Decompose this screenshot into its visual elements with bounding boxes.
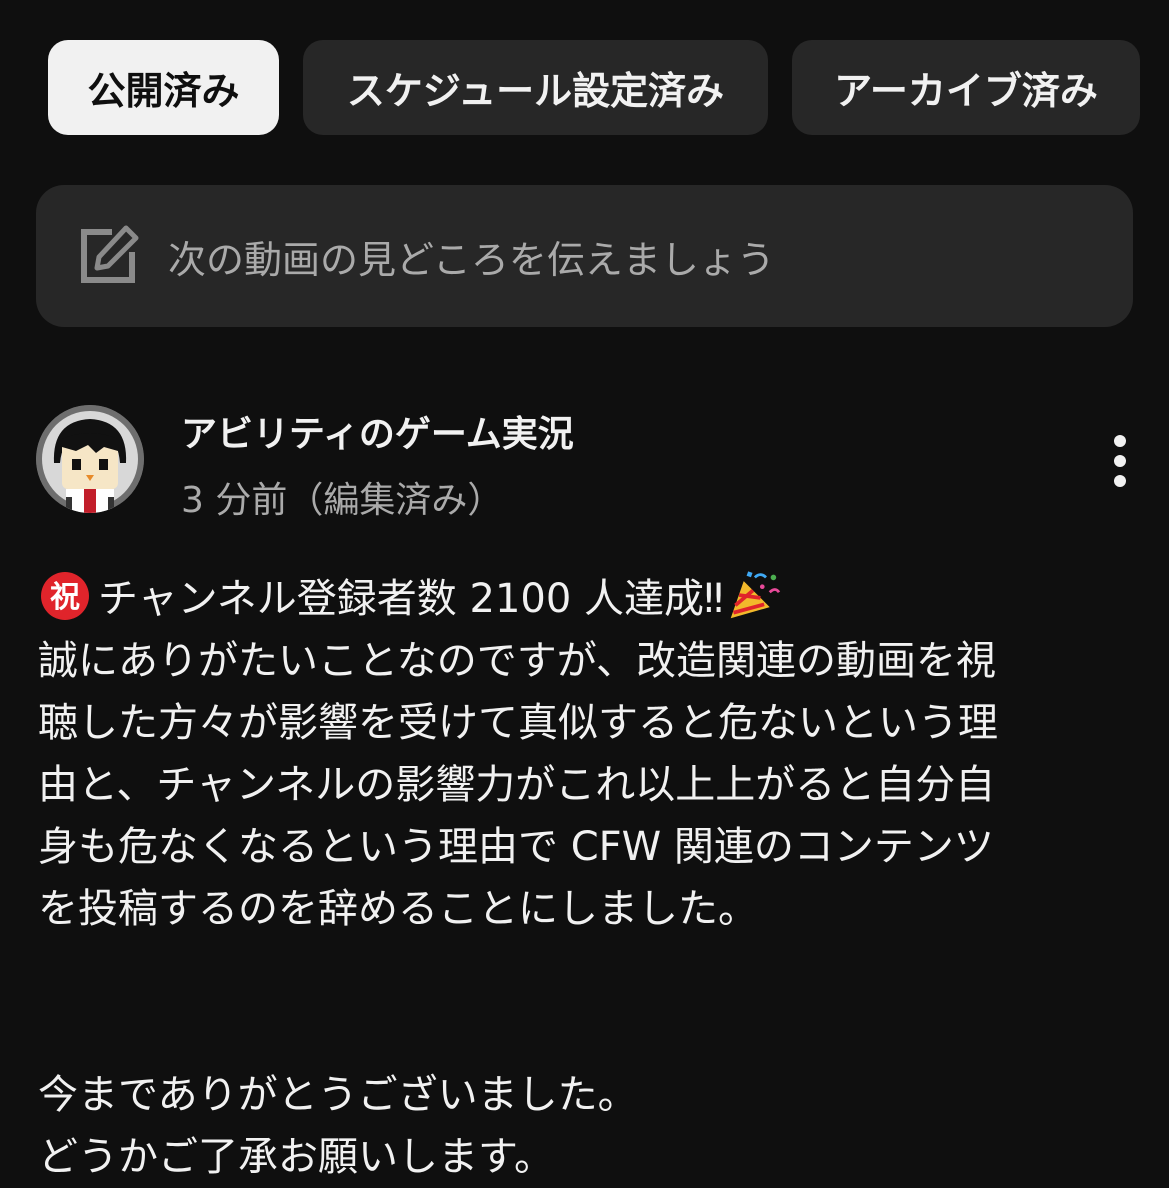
post-headline: 祝 チャンネル登録者数 2100 人達成‼ [38,568,1138,630]
party-popper-icon [731,571,781,619]
create-post-input[interactable]: 次の動画の見どころを伝えましょう [36,185,1133,327]
closing-line-2: どうかご了承お願いします。 [38,1134,554,1180]
create-post-placeholder: 次の動画の見どころを伝えましょう [168,237,775,282]
avatar-image [36,405,144,513]
body-line-3: 由と、チャンネルの影響力がこれ以上上がると自分自 [38,762,996,808]
tab-published[interactable]: 公開済み [48,40,279,135]
more-options-icon[interactable] [1105,433,1135,489]
badge-char: 祝 [50,580,80,615]
post-text: 祝 チャンネル登録者数 2100 人達成‼ 誠にありがたいことなのですが、改造関… [38,568,1138,1188]
closing-line-1: 今までありがとうございました。 [38,1072,638,1118]
body-line-2: 聴した方々が影響を受けて真似すると危ないという理 [38,700,998,746]
tab-archived[interactable]: アーカイブ済み [792,40,1140,135]
headline-text: チャンネル登録者数 2100 人達成 [98,576,705,622]
post-header: アビリティのゲーム実況 3 分前（編集済み） [36,405,1135,521]
congratulations-badge-icon: 祝 [41,572,89,620]
tab-scheduled[interactable]: スケジュール設定済み [303,40,768,135]
headline-exclamation: ‼ [704,576,724,622]
channel-name[interactable]: アビリティのゲーム実況 [181,405,574,457]
body-line-4: 身も危なくなるという理由で CFW 関連のコンテンツ [38,824,994,870]
post-filter-tabs: 公開済み スケジュール設定済み アーカイブ済み [48,40,1140,135]
avatar[interactable] [36,405,144,513]
post-timestamp: 3 分前（編集済み） [181,480,504,521]
body-line-1: 誠にありがたいことなのですが、改造関連の動画を視 [38,638,996,684]
edit-icon [81,225,139,283]
body-line-5: を投稿するのを辞めることにしました。 [38,886,758,932]
